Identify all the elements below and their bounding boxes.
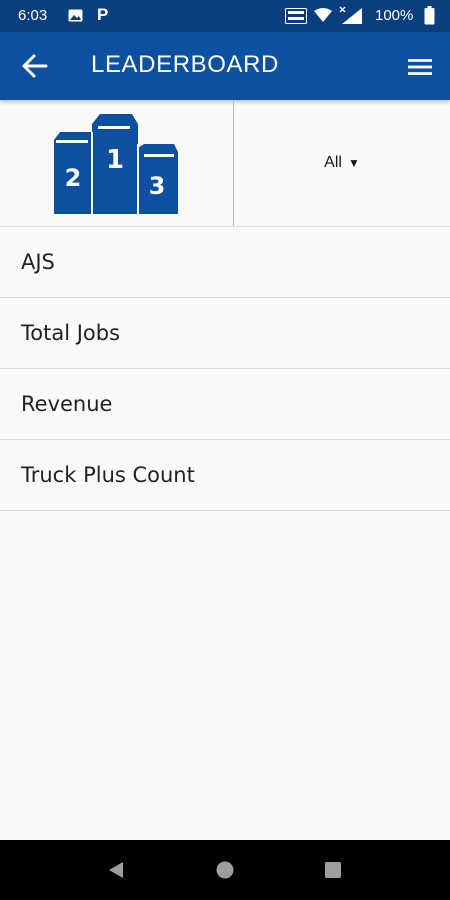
app-bar: LEADERBOARD [0, 32, 450, 100]
arrow-left-icon[interactable] [20, 52, 50, 80]
leaderboard-header: 2 1 3 All ▼ [0, 100, 450, 227]
page-title: LEADERBOARD [91, 51, 279, 78]
list-item-label: Truck Plus Count [21, 463, 195, 487]
list-item-label: AJS [21, 250, 55, 274]
navigation-bar [0, 840, 450, 900]
filter-value: All [324, 154, 342, 171]
volte-icon [285, 8, 307, 24]
wifi-icon [314, 8, 332, 22]
p-icon: P [97, 5, 109, 24]
dropdown-arrow-icon: ▼ [347, 156, 360, 170]
list-item-total-jobs[interactable]: Total Jobs [0, 298, 450, 369]
nav-recents-icon[interactable] [324, 861, 342, 879]
nav-home-icon[interactable] [215, 860, 235, 880]
hamburger-menu-icon[interactable] [404, 54, 436, 80]
list-item-revenue[interactable]: Revenue [0, 369, 450, 440]
svg-text:2: 2 [65, 164, 82, 192]
photo-icon [68, 9, 83, 22]
list-item-label: Total Jobs [21, 321, 121, 345]
svg-text:1: 1 [106, 145, 124, 175]
list-item-label: Revenue [21, 392, 113, 416]
list-item-truck-plus-count[interactable]: Truck Plus Count [0, 440, 450, 511]
nav-back-icon[interactable] [106, 860, 126, 880]
leaderboard-list: AJS Total Jobs Revenue Truck Plus Count [0, 227, 450, 511]
status-time: 6:03 [18, 7, 48, 24]
svg-text:3: 3 [149, 172, 166, 200]
status-bar: 6:03 P 100% [0, 0, 450, 32]
battery-percent: 100% [375, 7, 414, 24]
battery-icon [424, 6, 435, 25]
podium-icon: 2 1 3 [54, 114, 178, 214]
list-item-ajs[interactable]: AJS [0, 227, 450, 298]
signal-icon [339, 6, 362, 24]
filter-dropdown[interactable]: All ▼ [234, 100, 450, 226]
